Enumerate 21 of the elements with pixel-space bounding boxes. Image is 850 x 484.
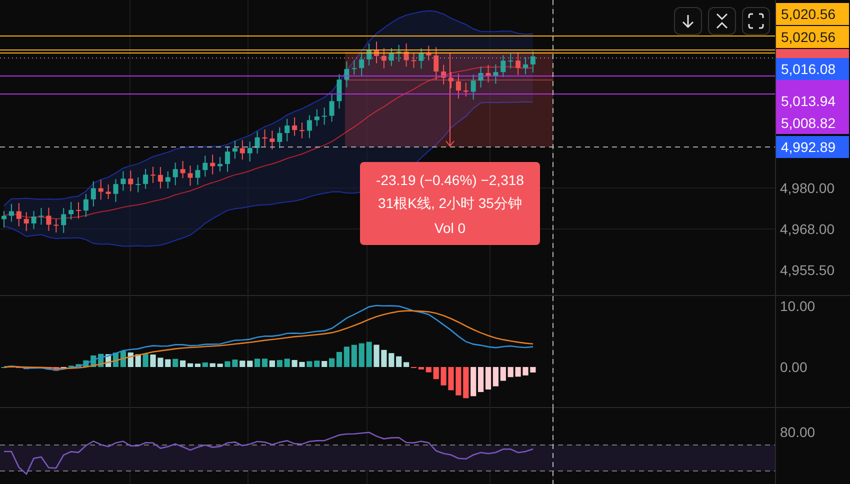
collapse-button[interactable] xyxy=(708,7,736,35)
fullscreen-icon xyxy=(748,13,764,29)
rsi-tick-label: 80.00 xyxy=(780,424,816,440)
price-tick-label: 4,968.00 xyxy=(780,221,834,237)
down-arrow-icon xyxy=(682,14,694,28)
price-label: 5,020.56 xyxy=(776,26,849,48)
fullscreen-button[interactable] xyxy=(742,7,770,35)
tooltip-text: -23.19 (−0.46%) −2,318 xyxy=(376,172,524,188)
price-label: 5,016.08 xyxy=(776,58,849,80)
price-tick-label: 4,980.00 xyxy=(780,180,834,196)
tooltip-text: Vol 0 xyxy=(434,220,466,236)
price-label: 5,020.56 xyxy=(776,3,849,25)
price-label: 5,013.94 xyxy=(776,90,849,112)
scroll-down-button[interactable] xyxy=(674,7,702,35)
macd-tick-label: 10.00 xyxy=(780,298,816,314)
price-label: 4,992.89 xyxy=(776,136,849,158)
price-label: 5,008.82 xyxy=(776,112,849,134)
price-tick-label: 4,955.50 xyxy=(780,262,834,278)
macd-tick-label: 0.00 xyxy=(780,359,808,375)
collapse-icon xyxy=(715,13,729,29)
tooltip-text: 31根K线, 2小时 35分钟 xyxy=(378,194,522,212)
